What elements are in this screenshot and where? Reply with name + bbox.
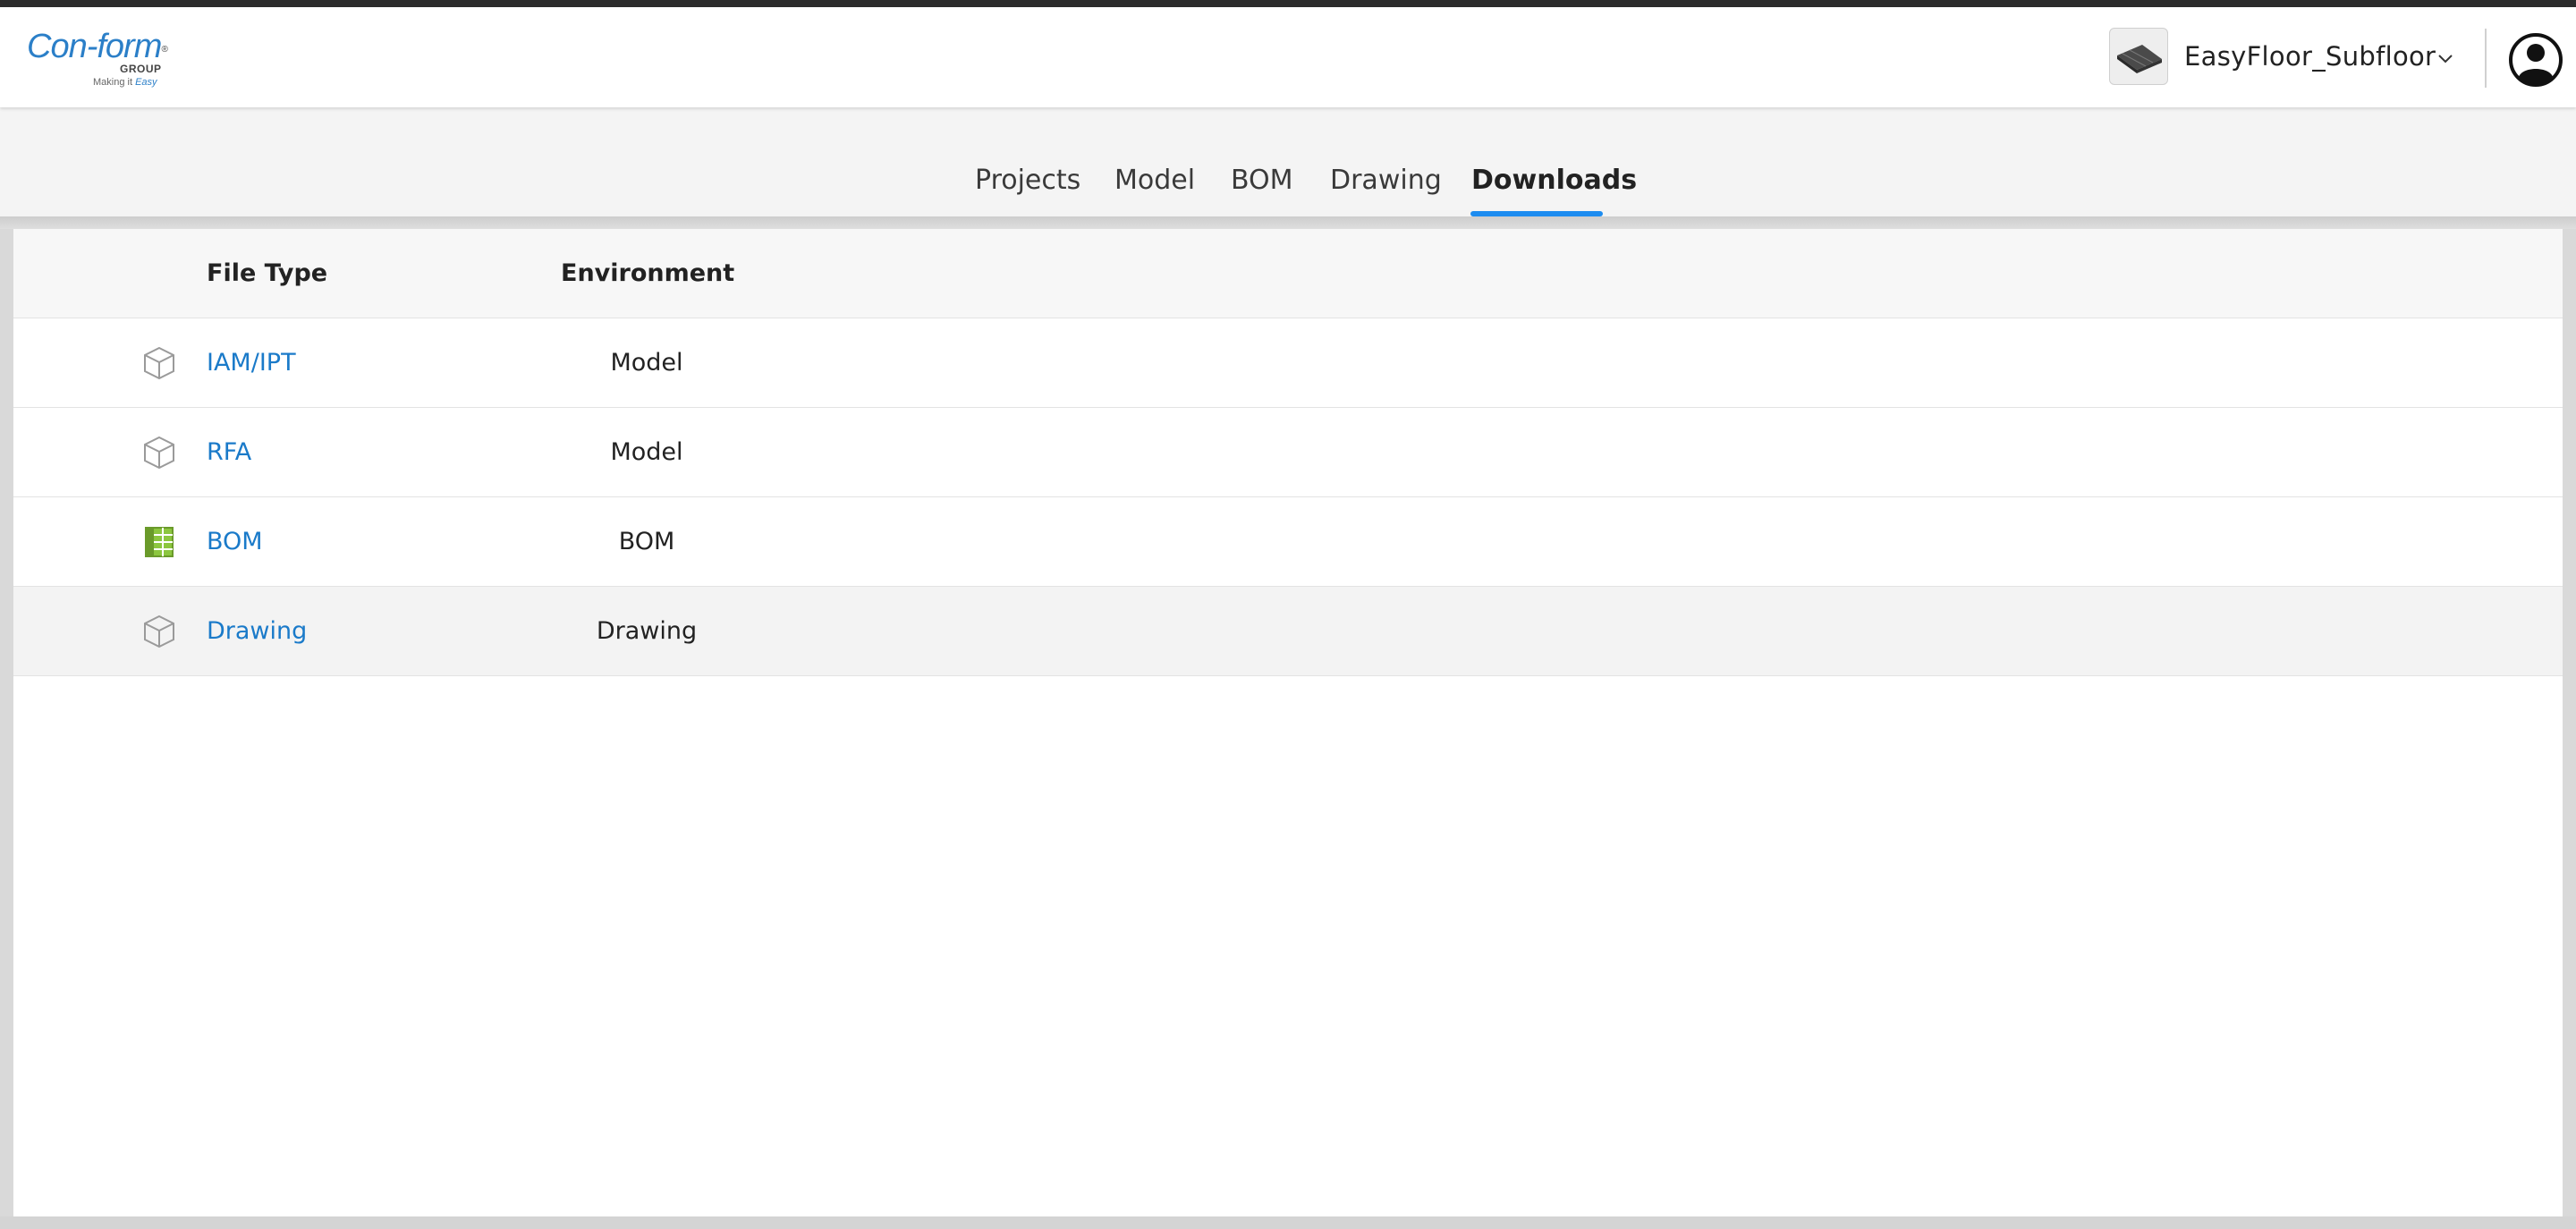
- tab-bom[interactable]: BOM: [1231, 163, 1293, 199]
- cube-icon: [141, 614, 177, 649]
- user-avatar-icon[interactable]: [2508, 32, 2563, 88]
- app-window: Con-form® GROUP Making it Easy EasyFloor…: [0, 0, 2576, 1229]
- header-bar: Con-form® GROUP Making it Easy EasyFloor…: [0, 7, 2576, 107]
- tab-model[interactable]: Model: [1114, 163, 1195, 199]
- window-bottom-edge: [0, 1216, 2576, 1229]
- file-type-link-drawing[interactable]: Drawing: [207, 614, 307, 649]
- spreadsheet-icon: [141, 524, 177, 560]
- logo-group: GROUP: [120, 63, 162, 75]
- cube-icon: [141, 435, 177, 470]
- tab-navigation: Projects Model BOM Drawing Downloads: [0, 107, 2576, 216]
- table-header: File Type Environment: [13, 229, 2563, 318]
- file-type-link-bom[interactable]: BOM: [207, 524, 263, 560]
- environment-cell: Model: [610, 349, 683, 377]
- chevron-down-icon[interactable]: [2435, 48, 2456, 70]
- product-selector-label[interactable]: EasyFloor_Subfloor: [2184, 39, 2436, 73]
- column-header-environment[interactable]: Environment: [561, 256, 734, 292]
- environment-cell: BOM: [618, 528, 675, 555]
- logo-tagline: Making it Easy: [93, 77, 157, 88]
- table-row[interactable]: BOM BOM: [13, 497, 2563, 587]
- conform-group-logo[interactable]: Con-form® GROUP Making it Easy: [27, 27, 179, 98]
- column-header-file-type[interactable]: File Type: [207, 256, 327, 292]
- table-row[interactable]: IAM/IPT Model: [13, 318, 2563, 408]
- cube-icon: [141, 345, 177, 381]
- environment-cell: Drawing: [596, 617, 698, 645]
- downloads-table: File Type Environment IAM/IPT Model RFA …: [13, 229, 2563, 1216]
- nav-divider: [0, 216, 2576, 229]
- product-thumbnail[interactable]: [2109, 28, 2168, 85]
- header-divider: [2485, 29, 2487, 88]
- window-top-edge: [0, 0, 2576, 7]
- file-type-link-iam-ipt[interactable]: IAM/IPT: [207, 345, 296, 381]
- tab-drawing[interactable]: Drawing: [1330, 163, 1442, 199]
- tab-downloads[interactable]: Downloads: [1471, 163, 1637, 199]
- file-type-link-rfa[interactable]: RFA: [207, 435, 251, 470]
- environment-cell: Model: [610, 438, 683, 466]
- logo-brand: Con-form®: [27, 28, 168, 65]
- tab-projects[interactable]: Projects: [975, 163, 1080, 199]
- table-row[interactable]: Drawing Drawing: [13, 587, 2563, 676]
- table-row[interactable]: RFA Model: [13, 408, 2563, 497]
